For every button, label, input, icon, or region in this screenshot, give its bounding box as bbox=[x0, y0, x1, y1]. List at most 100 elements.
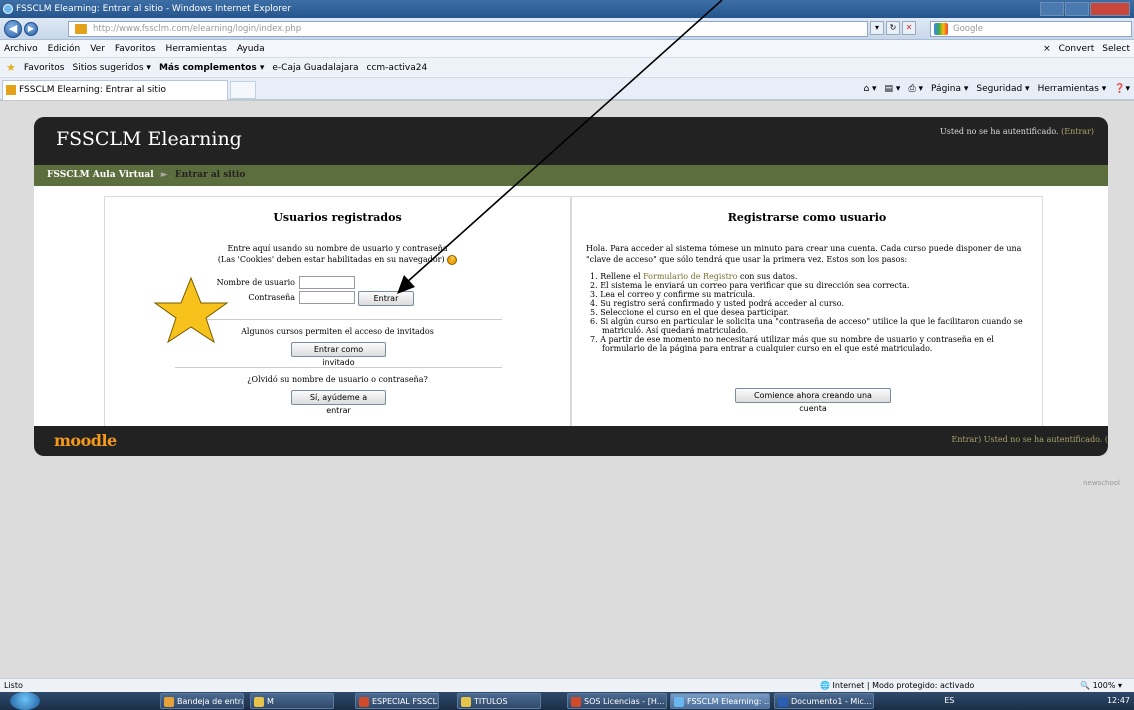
step-item: 1. Rellene el Formulario de Registro con… bbox=[590, 272, 798, 281]
menu-archivo[interactable]: Archivo bbox=[4, 40, 38, 57]
taskbar-sos[interactable]: SOS Licencias - [H... bbox=[567, 693, 667, 709]
status-bar: Listo 🌐 Internet | Modo protegido: activ… bbox=[0, 678, 1134, 692]
favorites-star-icon[interactable]: ★ bbox=[6, 58, 16, 78]
login-info: Usted no se ha autentificado. (Entrar) bbox=[940, 127, 1094, 136]
site-footer: moodle Entrar) Usted no se ha autentific… bbox=[34, 426, 1108, 456]
clock[interactable]: 12:47 bbox=[1107, 696, 1130, 705]
signup-steps: 1. Rellene el Formulario de Registro con… bbox=[586, 272, 1038, 353]
menu-edicion[interactable]: Edición bbox=[48, 40, 81, 57]
step-item: 3. Lea el correo y confirme su matrícula… bbox=[590, 290, 756, 299]
menu-ver[interactable]: Ver bbox=[90, 40, 105, 57]
zoom-level[interactable]: 🔍 100% ▾ bbox=[1080, 679, 1122, 693]
page-viewport: FSSCLM Elearning Usted no se ha autentif… bbox=[0, 100, 1134, 678]
select-button[interactable]: Select bbox=[1102, 40, 1130, 58]
step-item: 7. A partir de ese momento no necesitará… bbox=[590, 335, 994, 353]
print-icon[interactable]: ⎙ ▾ bbox=[908, 78, 923, 100]
breadcrumb-current: Entrar al sitio bbox=[174, 170, 246, 180]
breadcrumb-separator: ► bbox=[160, 170, 168, 180]
step-item: 6. Si algún curso en particular le solic… bbox=[590, 317, 1023, 335]
home-icon[interactable]: ⌂ ▾ bbox=[863, 78, 876, 100]
cmd-seguridad[interactable]: Seguridad ▾ bbox=[976, 78, 1029, 100]
step-item: 5. Seleccione el curso en el que desea p… bbox=[590, 308, 789, 317]
fav-sitios-sugeridos[interactable]: Sitios sugeridos ▾ bbox=[73, 58, 151, 78]
search-placeholder: Google bbox=[953, 24, 983, 34]
login-link[interactable]: (Entrar) bbox=[1061, 127, 1094, 136]
guest-text: Algunos cursos permiten el acceso de inv… bbox=[241, 327, 434, 336]
search-field[interactable]: Google bbox=[930, 21, 1132, 37]
feeds-icon[interactable]: ▤ ▾ bbox=[885, 78, 901, 100]
guest-login-button[interactable]: Entrar como invitado bbox=[291, 342, 386, 367]
status-text: Listo bbox=[4, 681, 23, 690]
taskbar-outlook[interactable]: Bandeja de entrada... bbox=[160, 693, 244, 709]
close-toolbar-icon[interactable]: × bbox=[1043, 40, 1051, 58]
signup-intro: Hola. Para acceder al sistema tómese un … bbox=[586, 244, 1022, 264]
signup-form-link[interactable]: Formulario de Registro bbox=[643, 272, 737, 281]
url-text: http://www.fssclm.com/elearning/login/in… bbox=[93, 24, 302, 34]
new-tab-button[interactable] bbox=[230, 81, 256, 99]
back-icon[interactable]: ◀ bbox=[4, 20, 22, 38]
forgot-password-button[interactable]: Sí, ayúdeme a entrar bbox=[291, 390, 386, 415]
menu-favoritos[interactable]: Favoritos bbox=[115, 40, 156, 57]
login-status: Usted no se ha autentificado. bbox=[940, 127, 1059, 136]
language-indicator[interactable]: ES bbox=[944, 696, 954, 705]
menu-ayuda[interactable]: Ayuda bbox=[237, 40, 265, 57]
taskbar-word[interactable]: Documento1 - Mic... bbox=[774, 693, 874, 709]
help-icon[interactable]: ? bbox=[447, 255, 458, 265]
stop-icon[interactable]: ✕ bbox=[902, 21, 916, 35]
password-label: Contraseña bbox=[248, 293, 295, 302]
close-button[interactable] bbox=[1090, 2, 1130, 16]
breadcrumb: FSSCLM Aula Virtual ► Entrar al sitio bbox=[34, 165, 1108, 186]
divider bbox=[175, 319, 502, 320]
cmd-pagina[interactable]: Página ▾ bbox=[931, 78, 968, 100]
taskbar-titulos[interactable]: TITULOS bbox=[457, 693, 541, 709]
username-input[interactable] bbox=[299, 276, 355, 289]
create-account-button[interactable]: Comience ahora creando una cuenta bbox=[735, 388, 891, 413]
login-submit-button[interactable]: Entrar bbox=[358, 291, 414, 306]
system-tray: ES 12:47 bbox=[944, 692, 1130, 710]
tab-active[interactable]: FSSCLM Elearning: Entrar al sitio bbox=[2, 80, 228, 100]
site-header: FSSCLM Elearning Usted no se ha autentif… bbox=[34, 117, 1108, 165]
favorites-label[interactable]: Favoritos bbox=[24, 58, 65, 78]
login-box: Usuarios registrados Entre aquí usando s… bbox=[104, 196, 571, 429]
menu-bar: Archivo Edición Ver Favoritos Herramient… bbox=[0, 40, 1134, 58]
address-bar: ◀ ▶ http://www.fssclm.com/elearning/logi… bbox=[0, 18, 1134, 40]
favorites-bar: ★ Favoritos Sitios sugeridos ▾ Más compl… bbox=[0, 58, 1134, 78]
maximize-button[interactable] bbox=[1065, 2, 1089, 16]
command-bar: ⌂ ▾ ▤ ▾ ⎙ ▾ Página ▾ Seguridad ▾ Herrami… bbox=[863, 78, 1130, 100]
tab-bar: FSSCLM Elearning: Entrar al sitio ⌂ ▾ ▤ … bbox=[0, 78, 1134, 100]
help-menu-icon[interactable]: ❓▾ bbox=[1114, 78, 1130, 100]
tab-favicon-icon bbox=[6, 85, 16, 95]
footer-login-info[interactable]: Entrar) Usted no se ha autentificado. ( bbox=[952, 435, 1109, 444]
taskbar-folder-m[interactable]: M bbox=[250, 693, 334, 709]
convert-button[interactable]: Convert bbox=[1059, 40, 1095, 58]
fav-ccm[interactable]: ccm-activa24 bbox=[367, 58, 428, 78]
password-input[interactable] bbox=[299, 291, 355, 304]
newschool-credit[interactable]: newschool bbox=[1083, 479, 1120, 487]
menu-herramientas[interactable]: Herramientas bbox=[166, 40, 227, 57]
signup-box: Registrarse como usuario Hola. Para acce… bbox=[571, 196, 1043, 429]
security-zone: 🌐 Internet | Modo protegido: activado bbox=[820, 681, 975, 690]
moodle-page: FSSCLM Elearning Usted no se ha autentif… bbox=[34, 117, 1108, 443]
username-label: Nombre de usuario bbox=[216, 278, 295, 287]
compat-icon[interactable]: ▾ bbox=[870, 21, 884, 35]
step-item: 4. Su registro será confirmado y usted p… bbox=[590, 299, 844, 308]
ie-icon bbox=[3, 4, 13, 14]
start-button[interactable] bbox=[10, 692, 40, 710]
login-intro: Entre aquí usando su nombre de usuario y… bbox=[105, 243, 570, 265]
step-item: 2. El sistema le enviará un correo para … bbox=[590, 281, 910, 290]
fav-mas-complementos[interactable]: Más complementos ▾ bbox=[159, 58, 264, 78]
taskbar-ie[interactable]: FSSCLM Elearning: ... bbox=[670, 693, 770, 709]
refresh-icon[interactable]: ↻ bbox=[886, 21, 900, 35]
moodle-logo[interactable]: moodle bbox=[54, 431, 117, 450]
window-controls bbox=[1039, 2, 1130, 16]
google-icon bbox=[934, 23, 948, 35]
fav-ecaja[interactable]: e-Caja Guadalajara bbox=[272, 58, 358, 78]
taskbar-especial[interactable]: ESPECIAL FSSCLM bbox=[355, 693, 439, 709]
divider bbox=[175, 367, 502, 368]
breadcrumb-home[interactable]: FSSCLM Aula Virtual bbox=[47, 170, 154, 180]
taskbar: Bandeja de entrada... M ESPECIAL FSSCLM … bbox=[0, 692, 1134, 710]
forward-icon[interactable]: ▶ bbox=[24, 22, 38, 36]
minimize-button[interactable] bbox=[1040, 2, 1064, 16]
url-field[interactable]: http://www.fssclm.com/elearning/login/in… bbox=[68, 21, 868, 37]
cmd-herramientas[interactable]: Herramientas ▾ bbox=[1038, 78, 1107, 100]
